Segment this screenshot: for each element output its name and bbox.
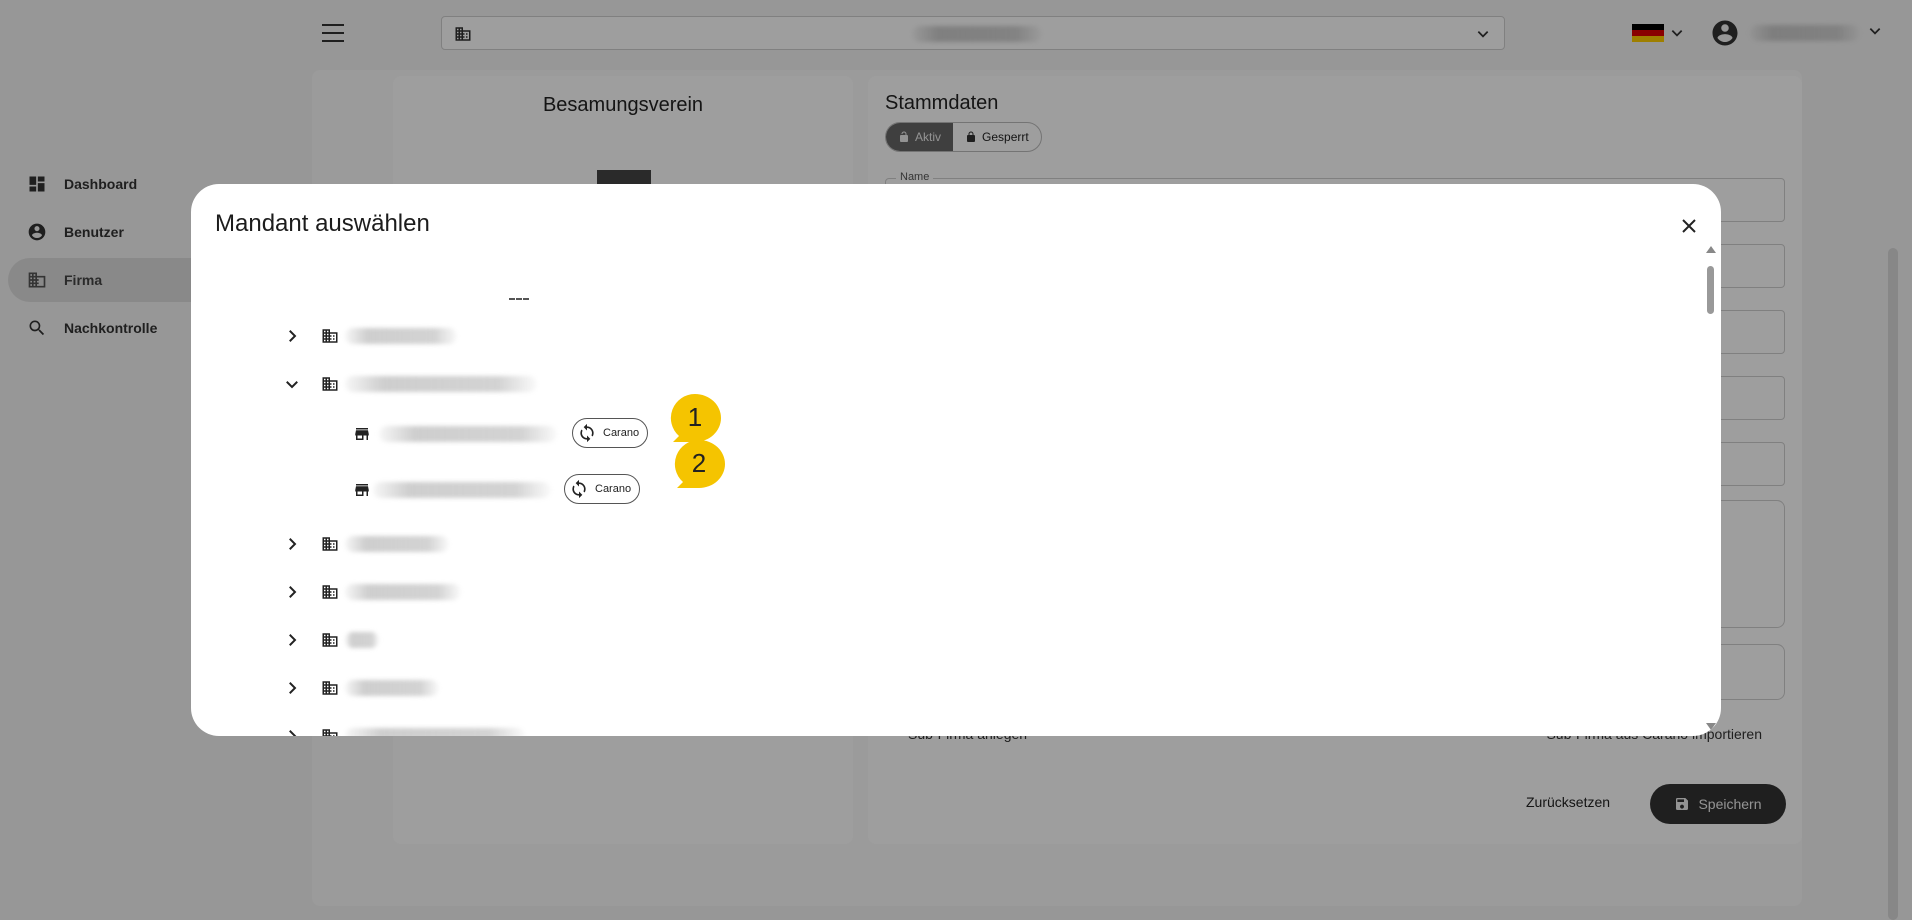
scroll-down-icon[interactable] bbox=[1706, 723, 1716, 730]
building-icon bbox=[322, 729, 338, 736]
chevron-right-icon[interactable] bbox=[283, 535, 301, 553]
chevron-down-icon[interactable] bbox=[283, 375, 301, 393]
node-name-redacted bbox=[345, 536, 449, 552]
tree-node[interactable] bbox=[191, 574, 1391, 610]
sync-icon bbox=[580, 423, 594, 443]
annotation-callout: 2 bbox=[673, 440, 725, 492]
store-icon bbox=[355, 428, 369, 440]
chevron-right-icon[interactable] bbox=[283, 327, 301, 345]
page-scrollbar[interactable] bbox=[1888, 248, 1898, 920]
carano-sync-chip[interactable]: Carano bbox=[572, 418, 649, 448]
sync-icon bbox=[572, 479, 586, 499]
select-tenant-dialog: Mandant auswählen Carano 1 Carano 2 bbox=[191, 184, 1721, 736]
chevron-right-icon[interactable] bbox=[283, 679, 301, 697]
node-name-redacted bbox=[379, 426, 557, 442]
dialog-title: Mandant auswählen bbox=[215, 210, 430, 237]
tree-leaf[interactable]: Carano 1 bbox=[191, 394, 1391, 452]
annotation-callout: 1 bbox=[669, 394, 721, 446]
node-name-redacted bbox=[345, 728, 525, 736]
node-name-redacted bbox=[345, 632, 379, 648]
tree-node[interactable] bbox=[191, 670, 1391, 706]
store-icon bbox=[355, 484, 369, 496]
chevron-right-icon[interactable] bbox=[283, 631, 301, 649]
tree-node[interactable] bbox=[191, 622, 1391, 658]
tree-leaf[interactable]: Carano 2 bbox=[191, 440, 1391, 508]
scrollbar-thumb[interactable] bbox=[1707, 266, 1714, 314]
building-icon bbox=[322, 537, 338, 551]
tree-node[interactable] bbox=[191, 718, 1391, 736]
scroll-up-icon[interactable] bbox=[1706, 246, 1716, 253]
tree-node[interactable] bbox=[191, 526, 1391, 562]
carano-sync-chip[interactable]: Carano bbox=[564, 474, 641, 504]
tree-node[interactable] bbox=[191, 366, 1391, 402]
node-name-redacted bbox=[373, 482, 551, 498]
tenant-tree: Carano 1 Carano 2 bbox=[191, 240, 1697, 736]
building-icon bbox=[322, 377, 338, 391]
tree-node[interactable] bbox=[191, 318, 1391, 354]
building-icon bbox=[322, 585, 338, 599]
building-icon bbox=[322, 681, 338, 695]
partial-row-fragment bbox=[509, 298, 529, 306]
node-name-redacted bbox=[345, 584, 461, 600]
close-button[interactable] bbox=[1675, 212, 1703, 240]
building-icon bbox=[322, 329, 338, 343]
dialog-scrollbar[interactable] bbox=[1705, 246, 1716, 730]
chevron-right-icon[interactable] bbox=[283, 727, 301, 736]
close-icon bbox=[1682, 219, 1696, 233]
node-name-redacted bbox=[345, 376, 537, 392]
node-name-redacted bbox=[345, 680, 439, 696]
building-icon bbox=[322, 633, 338, 647]
node-name-redacted bbox=[345, 328, 457, 344]
chevron-right-icon[interactable] bbox=[283, 583, 301, 601]
